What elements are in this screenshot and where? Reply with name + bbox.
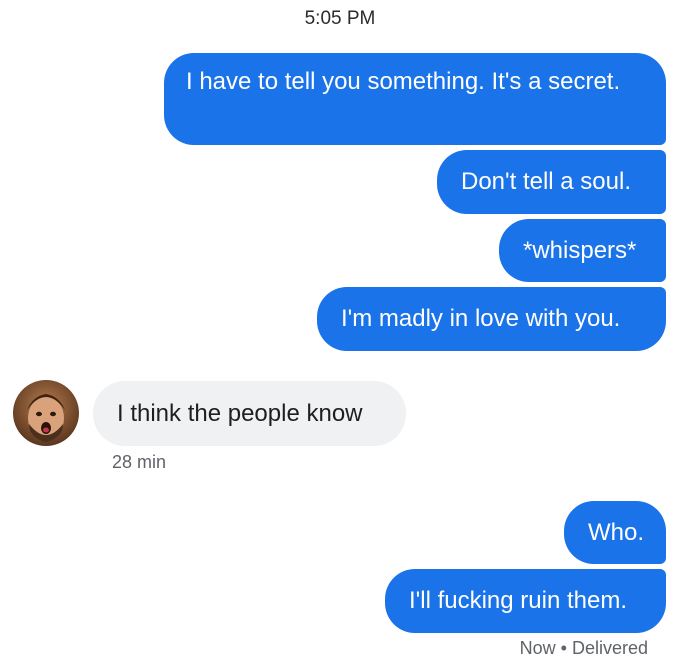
received-message-bubble[interactable]: I think the people know [93, 381, 406, 446]
sent-message-bubble[interactable]: I have to tell you something. It's a sec… [164, 53, 666, 145]
received-message-time: 28 min [112, 452, 167, 472]
sent-message-bubble[interactable]: Don't tell a soul. [437, 150, 666, 214]
delivery-status: Now • Delivered [519, 638, 648, 658]
contact-avatar[interactable] [13, 380, 79, 446]
sent-message-bubble[interactable]: I'll fucking ruin them. [385, 569, 666, 633]
message-timestamp: 5:05 PM [304, 8, 376, 29]
sent-message-bubble[interactable]: I'm madly in love with you. [317, 287, 666, 351]
sent-message-bubble[interactable]: *whispers* [499, 219, 666, 282]
avatar-photo-icon [13, 380, 79, 446]
sent-message-bubble[interactable]: Who. [564, 501, 666, 564]
